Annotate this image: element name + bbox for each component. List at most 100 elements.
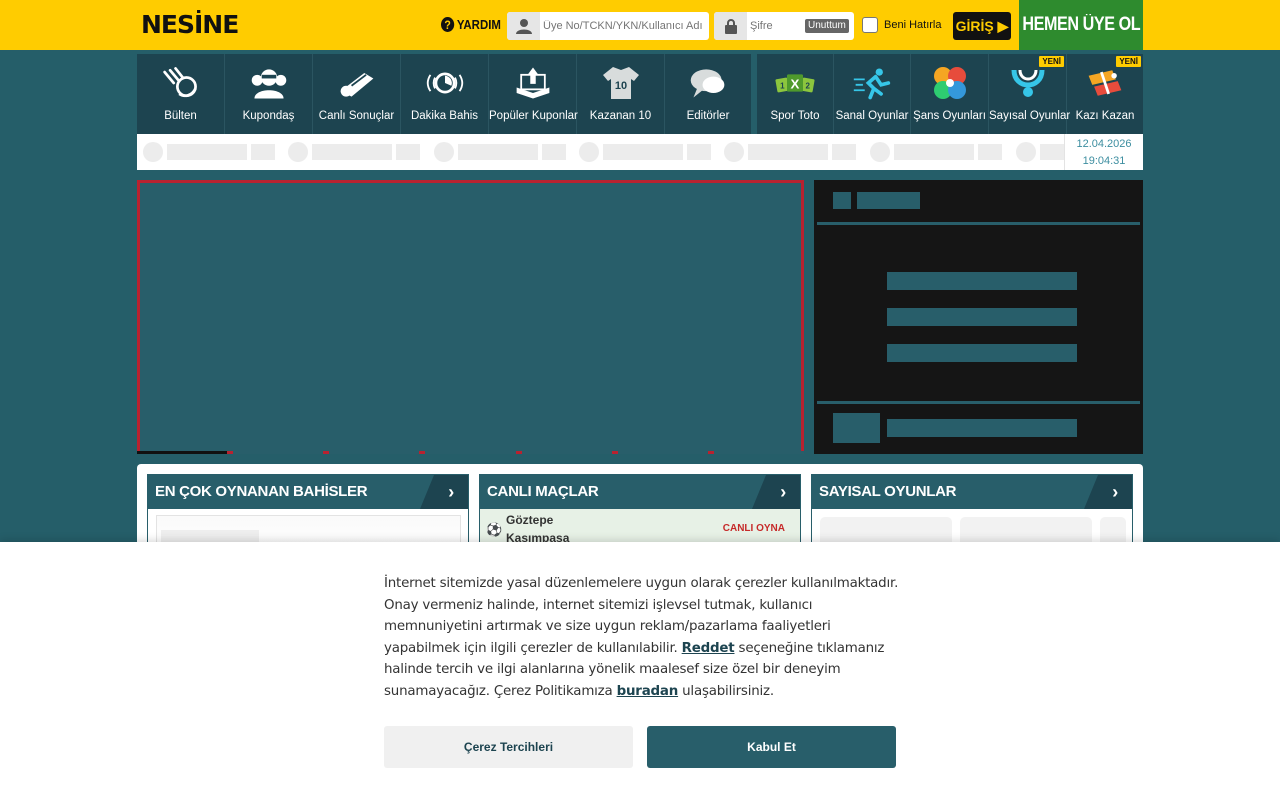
banner-tab[interactable] — [521, 451, 618, 454]
username-field-wrapper — [507, 12, 709, 40]
new-badge: YENİ — [1116, 56, 1141, 67]
ticker-placeholder — [288, 142, 420, 162]
ticker-placeholder — [579, 142, 711, 162]
signup-label: HEMEN ÜYE OL — [1022, 14, 1140, 35]
banner-tab[interactable] — [233, 451, 330, 454]
home-team: Göztepe — [506, 513, 554, 527]
chevron-right-icon[interactable]: › — [752, 475, 800, 509]
nav-label: Spor Toto — [770, 110, 820, 122]
jersey-icon: 10 — [601, 64, 641, 102]
new-badge: YENİ — [1039, 56, 1064, 67]
nav-item-dakika-bahis[interactable]: Dakika Bahis — [401, 54, 489, 134]
panel-header[interactable]: CANLI MAÇLAR › — [480, 475, 800, 509]
stopwatch-icon — [425, 64, 465, 102]
banner-tab[interactable] — [137, 451, 234, 454]
svg-text:2: 2 — [805, 81, 810, 90]
nav-item-sayisal-oyunlar[interactable]: YENİ Sayısal Oyunlar — [989, 54, 1071, 134]
placeholder-block — [833, 413, 880, 443]
panel-header[interactable]: EN ÇOK OYNANAN BAHİSLER › — [148, 475, 468, 509]
nav-label: Popüler Kuponlar — [489, 110, 578, 122]
nav-label: Kazanan 10 — [589, 110, 652, 122]
question-icon: ? — [441, 17, 455, 32]
nav-item-sanal-oyunlar[interactable]: Sanal Oyunlar — [834, 54, 911, 134]
nav-label: Bülten — [164, 110, 197, 122]
signup-button[interactable]: HEMEN ÜYE OL — [1019, 0, 1143, 50]
banner-tab[interactable] — [425, 451, 522, 454]
current-time: 19:04:31 — [1082, 155, 1126, 167]
nesine-logo[interactable]: NESİNE — [141, 10, 239, 39]
forgot-password-button[interactable]: Unuttum — [805, 19, 849, 33]
policy-link[interactable]: buradan — [617, 684, 679, 699]
bulletin-icon — [161, 64, 201, 102]
ticker-placeholder — [434, 142, 566, 162]
play-live-button[interactable]: CANLI OYNA — [723, 523, 785, 534]
banner-tab[interactable] — [617, 451, 714, 454]
whistle-icon — [337, 64, 377, 102]
help-label: YARDIM — [456, 17, 501, 32]
panel-title: EN ÇOK OYNANAN BAHİSLER — [155, 483, 368, 500]
nav-label: Sayısal Oyunlar — [989, 110, 1071, 122]
nav-item-bulten[interactable]: Bülten — [137, 54, 225, 134]
lock-icon — [714, 12, 747, 40]
nav-item-kazi-kazan[interactable]: YENİ Kazı Kazan — [1067, 54, 1143, 134]
placeholder-block — [887, 419, 1077, 437]
popular-coupon-icon — [513, 64, 553, 102]
reject-link[interactable]: Reddet — [682, 641, 735, 656]
remember-me-checkbox[interactable] — [862, 17, 878, 33]
cookie-text-part: ulaşabilirsiniz. — [678, 683, 774, 699]
placeholder-block — [887, 344, 1077, 362]
panel-title: CANLI MAÇLAR — [487, 483, 599, 500]
clover-icon — [930, 64, 970, 102]
top-bar: NESİNE ? YARDIM Unuttum Beni Hatırla GİR… — [0, 0, 1280, 50]
nav-item-canli-sonuclar[interactable]: Canlı Sonuçlar — [313, 54, 401, 134]
username-input[interactable] — [543, 12, 703, 40]
divider — [817, 222, 1140, 225]
nav-label: Kazı Kazan — [1075, 110, 1135, 122]
games-nav: X1 2 Spor Toto Sanal Oyunlar Şans Oyunlar… — [757, 54, 1143, 134]
user-icon — [507, 12, 540, 40]
accept-cookies-button[interactable]: Kabul Et — [647, 726, 896, 768]
divider — [817, 401, 1140, 404]
group-icon — [249, 64, 289, 102]
nav-label: Kupondaş — [242, 110, 295, 122]
panel-header[interactable]: SAYISAL OYUNLAR › — [812, 475, 1132, 509]
banner-tab[interactable] — [329, 451, 426, 454]
chevron-right-icon[interactable]: › — [1084, 475, 1132, 509]
password-input[interactable] — [750, 12, 810, 40]
nav-item-sans-oyunlari[interactable]: Şans Oyunları — [911, 54, 989, 134]
svg-text:X: X — [791, 76, 800, 91]
cookie-message: İnternet sitemizde yasal düzenlemelere u… — [384, 573, 900, 703]
remember-me-label: Beni Hatırla — [884, 19, 942, 31]
lottery-icon — [1008, 64, 1048, 102]
placeholder-block — [833, 192, 851, 209]
ticker-placeholder — [870, 142, 1002, 162]
nav-item-editorler[interactable]: Editörler — [665, 54, 751, 134]
nav-item-populer-kuponlar[interactable]: Popüler Kuponlar — [489, 54, 578, 134]
side-widget — [814, 180, 1143, 454]
panel-title: SAYISAL OYUNLAR — [819, 483, 957, 500]
main-nav: Bülten Kupondaş Canlı Sonuçlar Dakika Ba… — [137, 54, 751, 134]
cookie-preferences-button[interactable]: Çerez Tercihleri — [384, 726, 633, 768]
login-button[interactable]: GİRİŞ ▶ — [953, 12, 1011, 40]
nav-item-kazanan-10[interactable]: 10 Kazanan 10 — [577, 54, 665, 134]
banner-pagination — [137, 451, 804, 454]
svg-text:1: 1 — [780, 81, 785, 90]
nav-label: Şans Oyunları — [913, 110, 986, 122]
runner-icon — [852, 64, 892, 102]
help-link[interactable]: ? YARDIM — [441, 17, 501, 32]
main-banner[interactable] — [137, 180, 804, 454]
placeholder-block — [857, 192, 920, 209]
ticker-bar: 12.04.2026 19:04:31 — [137, 134, 1143, 170]
remember-me[interactable]: Beni Hatırla — [862, 17, 941, 33]
nav-label: Canlı Sonuçlar — [318, 110, 395, 122]
nav-item-spor-toto[interactable]: X1 2 Spor Toto — [757, 54, 834, 134]
cookie-consent-banner: İnternet sitemizde yasal düzenlemelere u… — [0, 542, 1280, 800]
current-date: 12.04.2026 — [1076, 138, 1132, 150]
nav-item-kupondas[interactable]: Kupondaş — [225, 54, 313, 134]
nav-label: Sanal Oyunlar — [835, 110, 909, 122]
scratch-icon — [1085, 64, 1125, 102]
banner-tab[interactable] — [713, 451, 804, 454]
chevron-right-icon[interactable]: › — [420, 475, 468, 509]
ticker-placeholder — [143, 142, 275, 162]
chat-icon — [688, 64, 728, 102]
